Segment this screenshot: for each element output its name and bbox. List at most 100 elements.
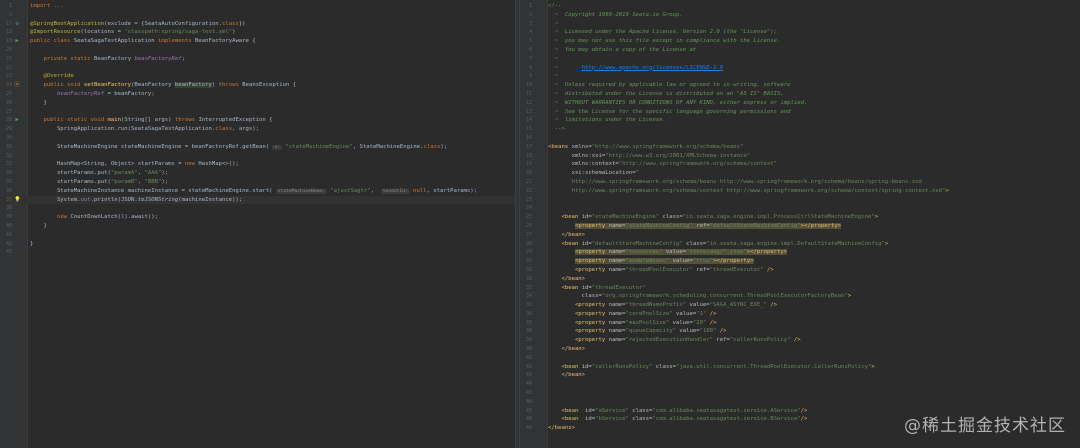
- xml-code-line[interactable]: 40 </bean>: [520, 345, 1080, 354]
- code-text[interactable]: xmlns:xsi="http://www.w3.org/2001/XMLSch…: [548, 152, 751, 161]
- java-code-line[interactable]: 36 StateMachineInstance machineInstance …: [0, 187, 515, 196]
- code-text[interactable]: ~ See the License for the specific langu…: [548, 108, 791, 117]
- code-text[interactable]: </bean>: [548, 275, 585, 284]
- code-text[interactable]: System.out.println(JSON.toJSONString(mac…: [30, 196, 242, 205]
- xml-code-line[interactable]: 8 ~ http://www.apache.org/licenses/LICEN…: [520, 64, 1080, 73]
- code-text[interactable]: </bean>: [548, 345, 585, 354]
- code-text[interactable]: <!--: [548, 2, 561, 11]
- code-text[interactable]: startParams.put("paramB", "BBB");: [30, 178, 168, 187]
- java-code-line[interactable]: 28 ▶ public static void main(String[] arg…: [0, 116, 515, 125]
- xml-code-line[interactable]: 14 ~ limitations under the License.: [520, 116, 1080, 125]
- xml-code-line[interactable]: 31 <property name="threadPoolExecutor" r…: [520, 266, 1080, 275]
- xml-code-line[interactable]: 17 <beans xmlns="http://www.springframewo…: [520, 143, 1080, 152]
- xml-code-line[interactable]: 1 <!--: [520, 2, 1080, 11]
- code-text[interactable]: <property name="resources" value="statel…: [548, 248, 788, 257]
- code-text[interactable]: ~ Licensed under the Apache License, Ver…: [548, 28, 777, 37]
- code-text[interactable]: http://www.springframework.org/schema/co…: [548, 187, 949, 196]
- java-editor-pane[interactable]: 1 import ... 2 17 ⚙ @SpringBootApplication(ex…: [0, 0, 515, 448]
- xml-code-line[interactable]: 16: [520, 134, 1080, 143]
- xml-code-line[interactable]: 23: [520, 196, 1080, 205]
- java-code-line[interactable]: 37 💡 System.out.println(JSON.toJSONString…: [0, 195, 515, 205]
- xml-code-line[interactable]: 26 <property name="stateMachineConfig" r…: [520, 222, 1080, 231]
- xml-code-line[interactable]: 37 <property name="maxPoolSize" value="2…: [520, 319, 1080, 328]
- code-text[interactable]: HashMap<String, Object> startParams = ne…: [30, 160, 239, 169]
- code-text[interactable]: ~: [548, 20, 558, 29]
- xml-code-line[interactable]: 28 <bean id="defaultStateMachineConfig" …: [520, 240, 1080, 249]
- code-text[interactable]: private static BeanFactory beanFactoryRe…: [30, 55, 184, 64]
- xml-code-line[interactable]: 18 xmlns:xsi="http://www.w3.org/2001/XML…: [520, 152, 1080, 161]
- code-text[interactable]: <property name="queueCapacity" value="10…: [548, 327, 727, 336]
- code-text[interactable]: class="org.springframework.scheduling.co…: [548, 292, 851, 301]
- run-gutter-icon[interactable]: ▶: [14, 116, 20, 125]
- java-code-line[interactable]: 34 startParams.put("paramA", "AAA");: [0, 169, 515, 178]
- xml-code-line[interactable]: 33 <bean id="threadExecutor": [520, 284, 1080, 293]
- code-text[interactable]: ~ you may not use this file except in co…: [548, 37, 781, 46]
- code-text[interactable]: http://www.springframework.org/schema/be…: [548, 178, 922, 187]
- java-code-line[interactable]: 18 @ImportResource(locations = "classpath…: [0, 28, 515, 37]
- xml-code-line[interactable]: 19 xmlns:context="http://www.springframe…: [520, 160, 1080, 169]
- code-text[interactable]: }: [30, 222, 46, 231]
- xml-code-line[interactable]: 42 <bean id="callerRunsPolicy" class="ja…: [520, 363, 1080, 372]
- xml-code-line[interactable]: 20 xsi:schemaLocation=": [520, 169, 1080, 178]
- code-text[interactable]: ~: [548, 55, 558, 64]
- code-text[interactable]: ~ You may obtain a copy of the License a…: [548, 46, 696, 55]
- xml-code-line[interactable]: 6 ~ You may obtain a copy of the License…: [520, 46, 1080, 55]
- xml-code-line[interactable]: 44: [520, 380, 1080, 389]
- code-text[interactable]: <property name="threadNamePrefix" value=…: [548, 301, 777, 310]
- xml-code-line[interactable]: 43 </bean>: [520, 371, 1080, 380]
- code-text[interactable]: </beans>: [548, 424, 575, 433]
- xml-code-line[interactable]: 25 <bean id="stateMachineEngine" class="…: [520, 213, 1080, 222]
- xml-code-line[interactable]: 2 ~ Copyright 1999-2019 Seata.io Group.: [520, 11, 1080, 20]
- code-text[interactable]: -->: [548, 125, 565, 134]
- run-gutter-icon[interactable]: ▶: [14, 37, 20, 46]
- xml-code-line[interactable]: 39 <property name="rejectedExecutionHand…: [520, 336, 1080, 345]
- java-code-line[interactable]: 33 HashMap<String, Object> startParams =…: [0, 160, 515, 169]
- java-code-line[interactable]: 24 ⓞ public void setBeanFactory(BeanFacto…: [0, 81, 515, 90]
- java-code-line[interactable]: 23 @Override: [0, 72, 515, 81]
- code-text[interactable]: ~ WITHOUT WARRANTIES OR CONDITIONS OF AN…: [548, 99, 808, 108]
- xml-code-line[interactable]: 10 ~ Unless required by applicable law o…: [520, 81, 1080, 90]
- code-text[interactable]: <bean id="aService" class="com.alibaba.s…: [548, 407, 807, 416]
- xml-editor-pane[interactable]: 1 <!-- 2 ~ Copyright 1999-2019 Seata.io Gr…: [520, 0, 1080, 448]
- code-text[interactable]: </bean>: [548, 371, 585, 380]
- java-code-line[interactable]: 42}: [0, 240, 515, 249]
- code-text[interactable]: ~ Unless required by applicable law or a…: [548, 81, 791, 90]
- run-gutter-icon[interactable]: ⚙: [14, 20, 20, 29]
- code-text[interactable]: <beans xmlns="http://www.springframework…: [548, 143, 743, 152]
- xml-code-line[interactable]: 41: [520, 354, 1080, 363]
- xml-code-line[interactable]: 15 -->: [520, 125, 1080, 134]
- xml-code-line[interactable]: 7 ~: [520, 55, 1080, 64]
- code-text[interactable]: <property name="maxPoolSize" value="20" …: [548, 319, 717, 328]
- java-code-line[interactable]: 27: [0, 108, 515, 117]
- xml-code-line[interactable]: 27 </bean>: [520, 231, 1080, 240]
- xml-code-line[interactable]: 30 <property name="enableAsync" value="t…: [520, 257, 1080, 266]
- override-marker-icon[interactable]: ⓞ: [14, 81, 20, 90]
- code-text[interactable]: <property name="enableAsync" value="true…: [548, 257, 754, 266]
- xml-code-line[interactable]: 12 ~ WITHOUT WARRANTIES OR CONDITIONS OF…: [520, 99, 1080, 108]
- code-text[interactable]: </bean>: [548, 231, 585, 240]
- code-text[interactable]: <bean id="callerRunsPolicy" class="java.…: [548, 363, 874, 372]
- xml-code-line[interactable]: 24: [520, 204, 1080, 213]
- java-code-line[interactable]: 19 ▶ public class SeataSagaTestApplication…: [0, 37, 515, 46]
- code-text[interactable]: ~: [548, 72, 558, 81]
- java-code-line[interactable]: 17 ⚙ @SpringBootApplication(exclude = {Sea…: [0, 20, 515, 29]
- code-text[interactable]: ~ http://www.apache.org/licenses/LICENSE…: [548, 64, 723, 73]
- code-text[interactable]: <bean id="defaultStateMachineConfig" cla…: [548, 240, 888, 249]
- xml-code-line[interactable]: 35 <property name="threadNamePrefix" val…: [520, 301, 1080, 310]
- xml-code-line[interactable]: 45: [520, 389, 1080, 398]
- java-code-line[interactable]: 35 startParams.put("paramB", "BBB");: [0, 178, 515, 187]
- code-text[interactable]: <property name="threadPoolExecutor" ref=…: [548, 266, 774, 275]
- java-code-line[interactable]: 2: [0, 11, 515, 20]
- code-text[interactable]: <bean id="threadExecutor": [548, 284, 645, 293]
- code-text[interactable]: public class SeataSagaTestApplication im…: [30, 37, 256, 46]
- java-code-line[interactable]: 31 StateMachineEngine stateMachineEngine…: [0, 143, 515, 152]
- code-text[interactable]: <property name="corePoolSize" value="1" …: [548, 310, 717, 319]
- code-text[interactable]: import ...: [30, 2, 64, 11]
- xml-code-line[interactable]: 38 <property name="queueCapacity" value=…: [520, 327, 1080, 336]
- xml-code-line[interactable]: 3 ~: [520, 20, 1080, 29]
- code-text[interactable]: startParams.put("paramA", "AAA");: [30, 169, 168, 178]
- code-text[interactable]: public static void main(String[] args) t…: [30, 116, 272, 125]
- code-text[interactable]: ~ Copyright 1999-2019 Seata.io Group.: [548, 11, 683, 20]
- xml-code-line[interactable]: 46: [520, 398, 1080, 407]
- java-code-line[interactable]: 1 import ...: [0, 2, 515, 11]
